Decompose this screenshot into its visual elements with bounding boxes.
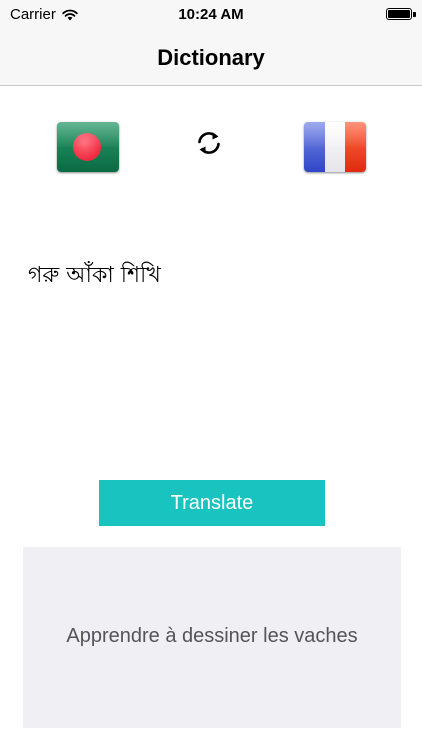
page-title: Dictionary xyxy=(157,45,265,70)
navigation-bar: Dictionary xyxy=(0,30,422,86)
translation-text: Apprendre à dessiner les vaches xyxy=(66,625,358,647)
flag-stripe-red xyxy=(345,122,366,172)
flag-stripe-white xyxy=(324,122,346,172)
battery-level xyxy=(388,10,410,18)
battery-icon xyxy=(386,8,412,20)
flag-stripe-blue xyxy=(304,122,325,172)
status-time: 10:24 AM xyxy=(178,6,244,23)
status-bar: Carrier 10:24 AM xyxy=(0,0,422,30)
source-language-flag[interactable] xyxy=(57,122,119,172)
battery-tip xyxy=(413,12,416,17)
target-language-flag[interactable] xyxy=(304,122,366,172)
translate-button[interactable]: Translate xyxy=(99,480,325,526)
source-text-input[interactable]: গরু আঁকা শিখি xyxy=(28,258,161,295)
swap-arrows-icon[interactable] xyxy=(194,128,224,158)
translation-output: Apprendre à dessiner les vaches xyxy=(23,547,401,728)
flag-disc xyxy=(73,133,101,161)
